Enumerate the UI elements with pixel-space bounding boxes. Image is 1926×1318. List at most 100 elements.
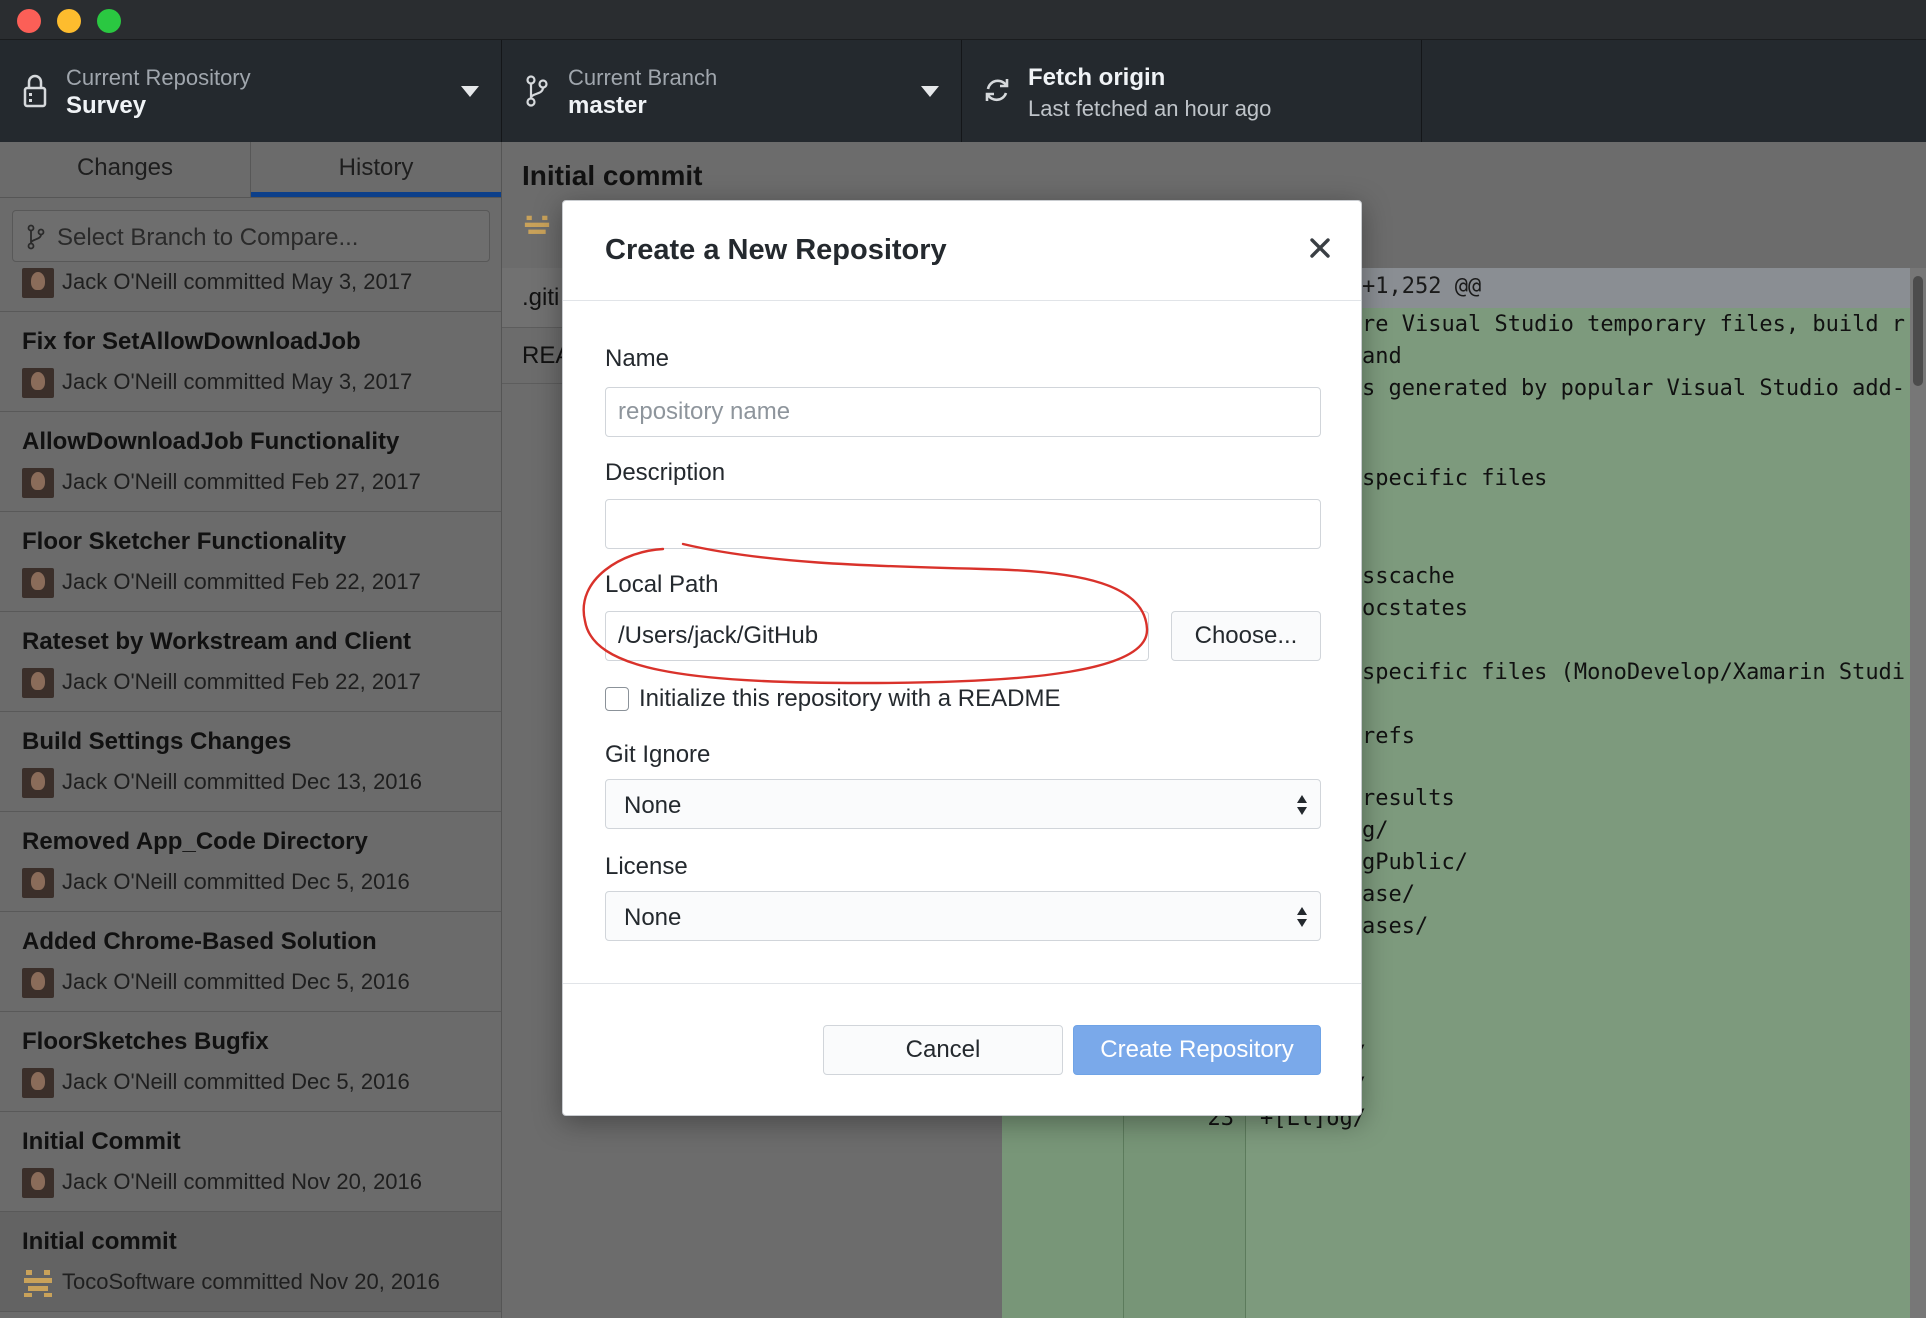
avatar [22, 768, 54, 798]
create-repository-dialog: Create a New Repository Name Description… [562, 200, 1362, 1116]
sync-icon [985, 79, 1009, 102]
line-code: s generated by popular Visual Studio add… [1362, 376, 1906, 401]
commit-meta: TocoSoftware committed Nov 20, 2016 [62, 1269, 440, 1294]
commit-meta: Jack O'Neill committed Feb 22, 2017 [62, 569, 421, 594]
create-repository-button[interactable]: Create Repository [1073, 1025, 1321, 1075]
current-branch-button[interactable]: Current Branch master [502, 40, 962, 142]
chevron-down-icon [921, 86, 939, 97]
window-close-button[interactable] [17, 9, 41, 33]
commit-meta: Jack O'Neill committed Dec 5, 2016 [62, 1069, 410, 1094]
line-code: ase/ [1362, 882, 1415, 907]
list-item[interactable]: Build Settings Changes Jack O'Neill comm… [0, 712, 501, 812]
license-select[interactable]: None [605, 891, 1321, 941]
list-item[interactable]: Rateset by Workstream and Client Jack O'… [0, 612, 501, 712]
commit-detail-title: Initial commit [522, 160, 703, 191]
commit-title: FloorSketches Bugfix [22, 1028, 269, 1055]
gitignore-selected-value: None [624, 792, 682, 819]
commit-meta: Jack O'Neill committed Dec 5, 2016 [62, 969, 410, 994]
line-code: ocstates [1362, 596, 1468, 621]
list-item[interactable]: FloorSketches Bugfix Jack O'Neill commit… [0, 1012, 501, 1112]
window-minimize-button[interactable] [57, 9, 81, 33]
commit-title: Initial Commit [22, 1128, 181, 1155]
commit-title: Added Chrome-Based Solution [22, 928, 377, 955]
diff-scrollbar[interactable] [1910, 268, 1926, 1318]
fetch-subtitle: Last fetched an hour ago [1028, 96, 1272, 121]
tab-history[interactable]: History [251, 142, 501, 197]
git-branch-icon [526, 75, 548, 107]
commit-title: Rateset by Workstream and Client [22, 628, 412, 655]
local-path-input[interactable] [605, 611, 1149, 661]
list-item[interactable]: Removed App_Code Directory Jack O'Neill … [0, 812, 501, 912]
dialog-header: Create a New Repository [563, 201, 1361, 301]
repository-name: Survey [66, 92, 147, 119]
commit-meta: Jack O'Neill committed Nov 20, 2016 [62, 1169, 423, 1194]
lock-icon [23, 74, 47, 108]
sidebar-tabs: Changes History [0, 142, 501, 198]
repository-label: Current Repository [66, 65, 251, 90]
repository-name-input[interactable] [605, 387, 1321, 437]
line-code: specific files (MonoDevelop/Xamarin Stud… [1362, 660, 1906, 685]
name-label: Name [605, 345, 670, 372]
commit-meta: Jack O'Neill committed Feb 22, 2017 [62, 669, 421, 694]
identicon-icon [24, 1270, 52, 1297]
window-titlebar [0, 0, 1926, 40]
list-item[interactable]: Floor Sketcher Functionality Jack O'Neil… [0, 512, 501, 612]
commit-meta: Jack O'Neill committed Dec 13, 2016 [62, 769, 423, 794]
sidebar: Changes History Select Branch to Compare… [0, 142, 502, 1318]
list-item[interactable]: Added Chrome-Based Solution Jack O'Neill… [0, 912, 501, 1012]
description-label: Description [605, 459, 726, 486]
select-arrows-icon [1297, 907, 1307, 927]
branch-label: Current Branch [568, 65, 718, 90]
line-code: refs [1362, 724, 1415, 749]
line-code: and [1362, 344, 1402, 369]
choose-path-button[interactable]: Choose... [1171, 611, 1321, 661]
commit-meta: Jack O'Neill committed Feb 27, 2017 [62, 469, 421, 494]
list-item[interactable]: AllowDownloadJob Functionality Jack O'Ne… [0, 412, 501, 512]
avatar [22, 1268, 54, 1298]
avatar [22, 1168, 54, 1198]
commit-title: Initial commit [22, 1228, 177, 1255]
description-input[interactable] [605, 499, 1321, 549]
fetch-title: Fetch origin [1028, 64, 1166, 91]
branch-name: master [568, 92, 647, 119]
line-code: re Visual Studio temporary files, build … [1362, 312, 1906, 337]
avatar [22, 268, 54, 298]
line-code: ases/ [1362, 914, 1429, 939]
commit-title: Floor Sketcher Functionality [22, 528, 347, 555]
dialog-footer-divider [563, 983, 1361, 984]
toolbar: Current Repository Survey Current Branch… [0, 40, 1926, 142]
avatar [22, 568, 54, 598]
list-item[interactable]: Jack O'Neill committed May 3, 2017 [0, 212, 501, 312]
commit-meta: Jack O'Neill committed May 3, 2017 [62, 369, 413, 394]
avatar [22, 1068, 54, 1098]
commit-meta: Jack O'Neill committed May 3, 2017 [62, 269, 413, 294]
chevron-down-icon [461, 86, 479, 97]
cancel-button[interactable]: Cancel [823, 1025, 1063, 1075]
tab-changes[interactable]: Changes [0, 142, 251, 197]
avatar [22, 668, 54, 698]
scrollbar-thumb[interactable] [1913, 276, 1923, 386]
fetch-origin-button[interactable]: Fetch origin Last fetched an hour ago [962, 40, 1422, 142]
dialog-title: Create a New Repository [605, 234, 947, 266]
readme-checkbox[interactable] [605, 687, 629, 711]
gitignore-select[interactable]: None [605, 779, 1321, 829]
list-item[interactable]: Initial commit TocoSoftware committed No… [0, 1212, 501, 1312]
identicon-icon [524, 215, 550, 234]
close-icon[interactable] [1303, 231, 1337, 265]
line-code: sscache [1362, 564, 1455, 589]
avatar [22, 968, 54, 998]
commit-title: Fix for SetAllowDownloadJob [22, 328, 361, 355]
gitignore-label: Git Ignore [605, 741, 711, 768]
list-item[interactable]: Initial Commit Jack O'Neill committed No… [0, 1112, 501, 1212]
current-repository-button[interactable]: Current Repository Survey [0, 40, 502, 142]
commit-title: Removed App_Code Directory [22, 828, 368, 855]
local-path-label: Local Path [605, 571, 719, 598]
readme-checkbox-label: Initialize this repository with a README [639, 685, 1061, 712]
window-maximize-button[interactable] [97, 9, 121, 33]
list-item[interactable]: Fix for SetAllowDownloadJob Jack O'Neill… [0, 312, 501, 412]
line-code: gPublic/ [1362, 850, 1468, 875]
line-code: results [1362, 786, 1455, 811]
commit-title: Build Settings Changes [22, 728, 292, 755]
line-code: g/ [1362, 818, 1389, 843]
commit-title: AllowDownloadJob Functionality [22, 428, 400, 455]
